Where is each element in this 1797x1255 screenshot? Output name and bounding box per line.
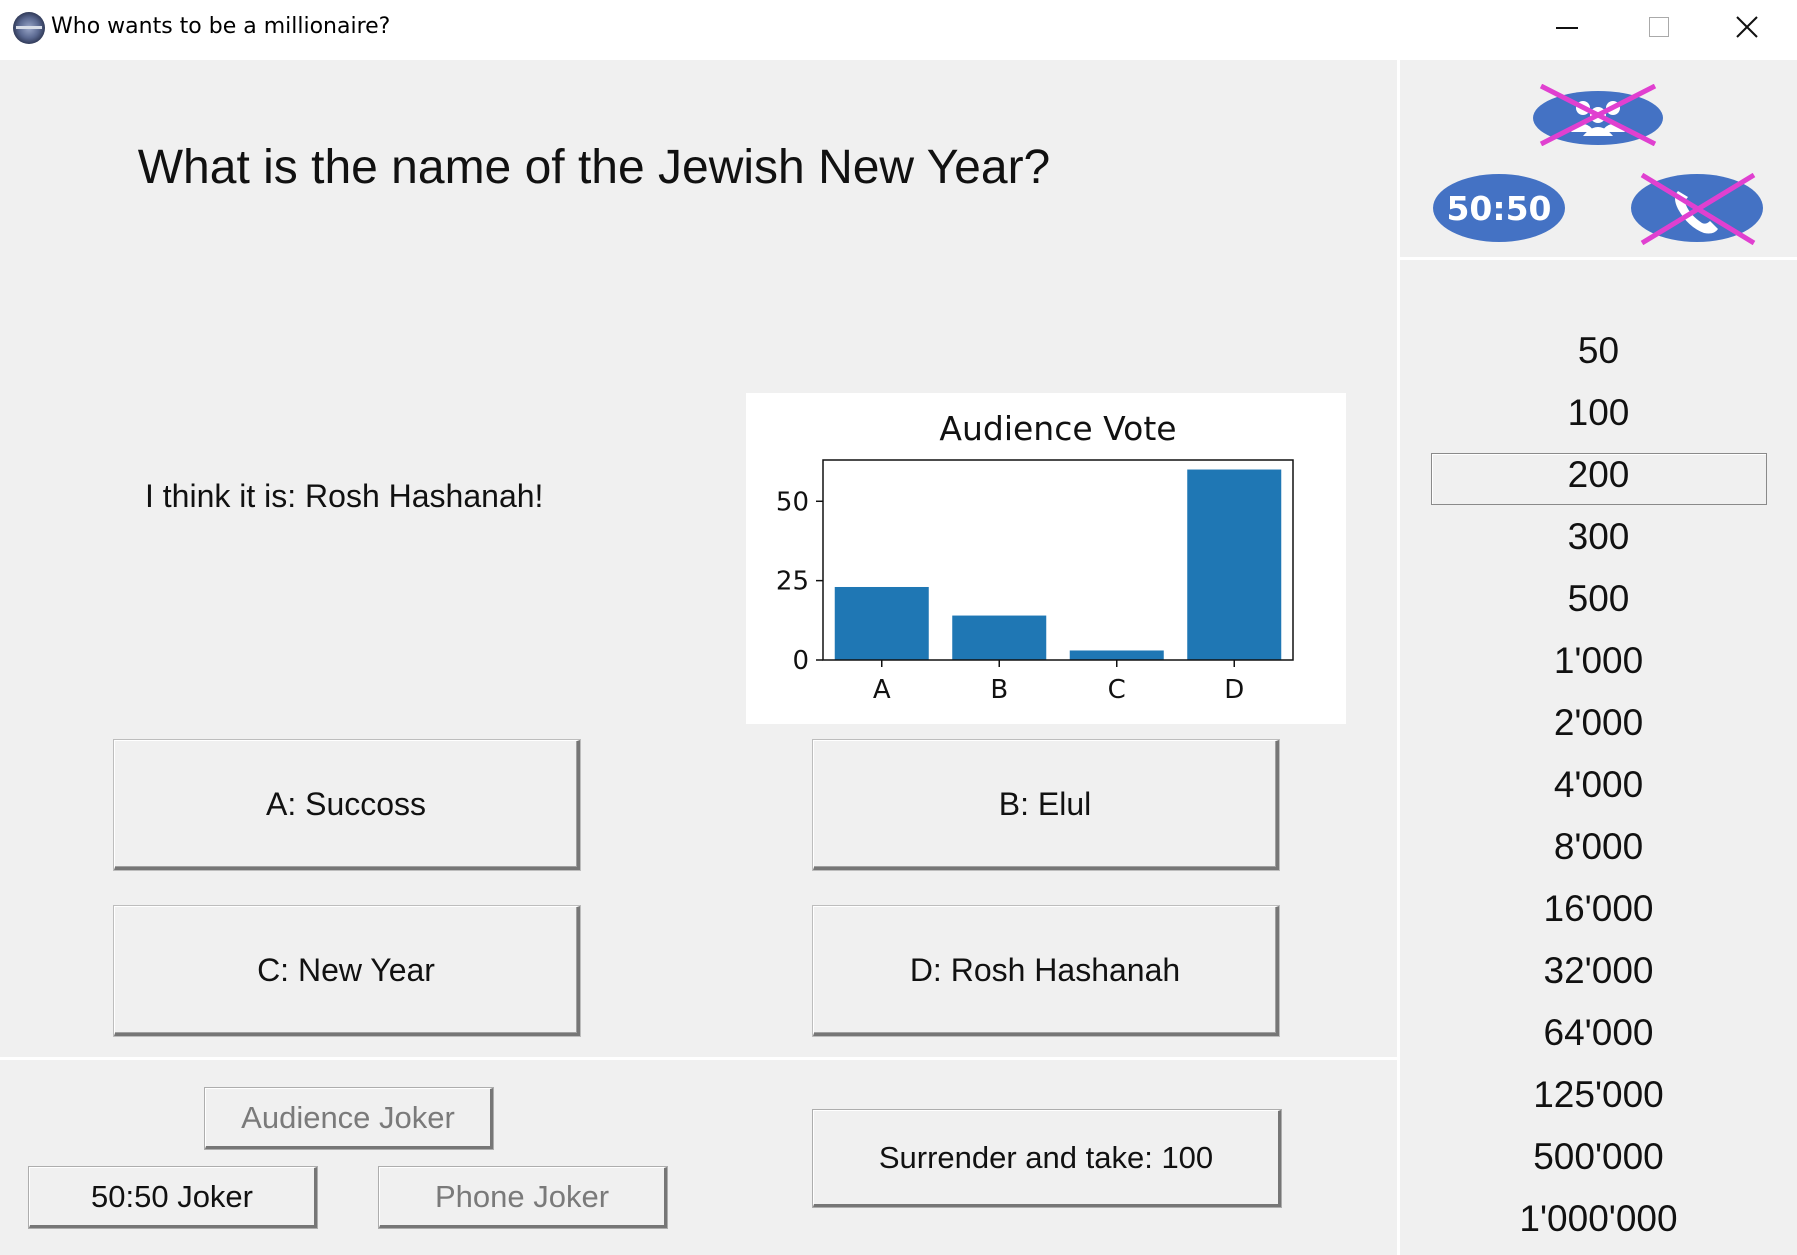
ladder-item: 1'000 [1553,640,1644,681]
minimize-button[interactable] [1522,0,1612,56]
x-tick-label: B [990,675,1008,705]
jokers-divider [0,1057,1398,1060]
ladder-item: 8'000 [1553,826,1644,867]
ladder-item: 125'000 [1533,1074,1664,1115]
close-button[interactable] [1702,0,1792,56]
answer-b-button[interactable]: B: Elul [813,740,1279,870]
chart-title: Audience Vote [939,409,1176,448]
ladder-item: 50 [1577,330,1620,371]
fifty-fifty-joker-button[interactable]: 50:50 Joker [29,1167,317,1228]
audience-joker-button[interactable]: Audience Joker [205,1088,493,1149]
phone-joker-button[interactable]: Phone Joker [379,1167,667,1228]
phone-hint-text: I think it is: Rosh Hashanah! [145,478,544,514]
maximize-button[interactable] [1612,0,1702,56]
fifty-fifty-label: 50:50 [1446,189,1551,228]
ladder-item: 200 [1567,454,1630,495]
x-tick-label: C [1108,675,1126,705]
x-tick-label: D [1224,675,1244,705]
answer-d-button[interactable]: D: Rosh Hashanah [813,906,1279,1036]
ladder-item: 4'000 [1553,764,1644,805]
chart-bar [1187,469,1282,660]
ladder-item: 64'000 [1543,1012,1654,1053]
question-text: What is the name of the Jewish New Year? [137,141,1051,194]
ladder-item: 500'000 [1533,1136,1664,1177]
answer-c-button[interactable]: C: New Year [114,906,580,1036]
audience-lifeline-used-icon [1533,84,1663,146]
fifty-fifty-lifeline-icon: 50:50 [1433,174,1565,242]
ladder-item: 100 [1567,392,1630,433]
ladder-item: 300 [1567,516,1630,557]
ladder-item: 1'000'000 [1519,1198,1678,1239]
y-tick-label: 0 [792,646,809,676]
chart-bar [952,615,1047,660]
x-tick-label: A [873,675,891,705]
y-tick-label: 25 [776,567,809,597]
chart-bar [834,586,929,660]
phone-lifeline-used-icon [1631,173,1763,245]
lifeline-divider [1400,257,1797,260]
close-icon [1736,16,1758,38]
answer-a-button[interactable]: A: Succoss [114,740,580,870]
chart-bar [1069,650,1164,660]
ladder-item: 2'000 [1553,702,1644,743]
audience-vote-svg: Audience Vote A B C D 0 25 50 [776,409,1294,705]
ladder-item: 500 [1567,578,1630,619]
app-icon [13,12,45,44]
window-title: Who wants to be a millionaire? [51,14,391,39]
y-tick-label: 50 [776,487,809,517]
ladder-item: 32'000 [1543,950,1654,991]
ladder-item: 16'000 [1543,888,1654,929]
title-bar: Who wants to be a millionaire? [0,0,1797,60]
surrender-button[interactable]: Surrender and take: 100 [813,1110,1281,1207]
audience-vote-chart: Audience Vote A B C D 0 25 50 [746,393,1346,724]
